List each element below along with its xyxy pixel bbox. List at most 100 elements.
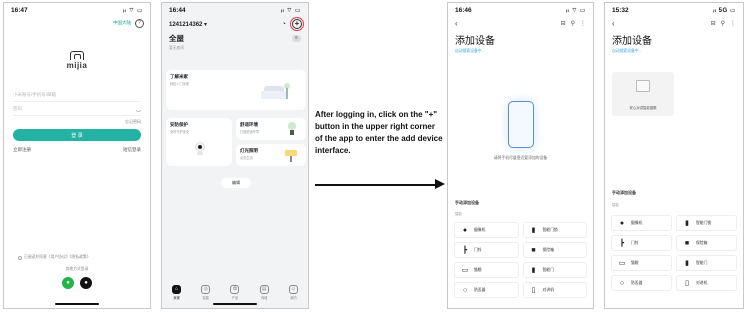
- search-icon[interactable]: ⚲: [571, 20, 575, 27]
- account-selector[interactable]: 12412143​62 ▾: [169, 21, 207, 28]
- scan-icon[interactable]: ⊟: [561, 20, 566, 27]
- apple-icon[interactable]: ●: [80, 277, 92, 289]
- card-comfort[interactable]: 舒适环境 打造舒适环境: [236, 118, 306, 140]
- region-selector[interactable]: 中国大陆: [113, 20, 131, 26]
- help-icon[interactable]: ?: [135, 18, 144, 28]
- device-label: 保险箱: [696, 240, 708, 245]
- home-icon: ⌂: [172, 285, 182, 294]
- back-icon[interactable]: ‹: [612, 19, 615, 28]
- tab-smart[interactable]: ◎ 智能: [201, 285, 211, 300]
- voice-icon[interactable]: ◔: [282, 21, 286, 28]
- card-security[interactable]: 安防保护 全时守护安全: [166, 118, 232, 166]
- more-icon[interactable]: ⋮: [580, 20, 586, 27]
- status-time: 16:46: [455, 6, 472, 14]
- page-title: 添加设备: [612, 36, 652, 47]
- sofa-illustration: [261, 83, 290, 99]
- device-tracker[interactable]: ○ 防丢器: [611, 275, 672, 291]
- forgot-password-link[interactable]: 忘记密码: [13, 119, 141, 125]
- tab-label: 我的: [290, 296, 297, 300]
- device-label: 猫眼: [631, 260, 639, 265]
- device-intercom[interactable]: ▯ 对讲机: [522, 282, 587, 298]
- device-smart-door[interactable]: ▮ 智能门: [676, 255, 737, 271]
- device-doorbell[interactable]: ┣ 门铃: [611, 235, 672, 251]
- safe-icon: ■: [684, 239, 690, 247]
- tab-label: 商城: [260, 296, 268, 300]
- store-icon: ▤: [259, 285, 269, 294]
- device-label: 保险箱: [542, 247, 554, 252]
- account-placeholder: 小米账号/手机号/邮箱: [13, 91, 56, 97]
- login-screen: 16:47 ᵢₗ ⌔ ▭ 中国大陆 ? mijia 小米账号/手机号/邮箱 密码…: [3, 2, 151, 309]
- password-field[interactable]: 密码 ‿: [13, 102, 141, 116]
- device-safe[interactable]: ■ 保险箱: [676, 235, 737, 251]
- login-links: 立即注册 短信登录: [13, 147, 141, 153]
- peephole-icon: ▭: [618, 260, 626, 267]
- device-peephole[interactable]: ▭ 猫眼: [611, 255, 672, 271]
- add-device-screen: 16:46 ᵢₗ ⌔ ▭ ‹ ⊟ ⚲ ⋮ 添加设备 自动搜索设备中... 请将手…: [447, 2, 594, 309]
- device-label: 摄像机: [631, 220, 643, 225]
- device-intercom[interactable]: ▯ 对讲机: [676, 275, 737, 291]
- agreement-row[interactable]: 已阅读并同意《用户协议》《隐私政策》: [18, 255, 90, 260]
- device-doorbell[interactable]: ┣ 门铃: [454, 242, 519, 258]
- wechat-icon[interactable]: ●: [62, 277, 74, 289]
- instruction-text: After logging in, click on the "+" butto…: [315, 110, 443, 155]
- device-label: 猫眼: [474, 267, 482, 272]
- status-bar: 15:32 ᵢₗ 5G ▭: [605, 3, 743, 17]
- card-lighting[interactable]: 灯光照明 点亮生活: [236, 144, 306, 166]
- status-time: 16:44: [169, 6, 186, 14]
- status-time: 16:47: [11, 6, 28, 14]
- device-label: 智能门: [696, 260, 708, 265]
- add-device-found-screen: 15:32 ᵢₗ 5G ▭ ‹ ⊟ ⚲ ⋮ 添加设备 自动搜索设备中... 安心…: [604, 2, 744, 309]
- search-icon[interactable]: ⚲: [721, 20, 725, 27]
- found-device-card[interactable]: 安心对讲智能猫眼: [612, 72, 674, 116]
- nav-bar: ‹ ⊟ ⚲ ⋮: [605, 17, 743, 29]
- tracker-icon: ○: [462, 286, 468, 294]
- tab-store[interactable]: ▤ 商城: [259, 285, 269, 300]
- region-bar: 中国大陆 ?: [4, 17, 150, 29]
- tab-profile[interactable]: ☺ 我的: [288, 285, 298, 300]
- tab-home[interactable]: ⌂ 米家: [172, 285, 182, 300]
- device-peephole[interactable]: ▭ 猫眼: [454, 262, 519, 278]
- door-icon: ▮: [531, 267, 536, 274]
- room-title[interactable]: 全屋: [169, 33, 184, 44]
- tab-products[interactable]: ✿ 产品: [230, 285, 240, 300]
- found-device-name: 安心对讲智能猫眼: [629, 106, 657, 110]
- room-subtitle: 暂无房间: [169, 46, 185, 50]
- device-safe[interactable]: ■ 保险箱: [522, 242, 587, 258]
- scan-icon[interactable]: ⊟: [711, 20, 716, 27]
- nav-actions: ⊟ ⚲ ⋮: [561, 20, 586, 27]
- status-bar: 16:47 ᵢₗ ⌔ ▭: [4, 3, 150, 17]
- device-label: 门铃: [474, 247, 482, 252]
- camera-illustration: [195, 142, 205, 155]
- menu-icon[interactable]: ≡: [292, 35, 301, 42]
- account-field[interactable]: 小米账号/手机号/邮箱: [13, 88, 141, 102]
- plus-highlight: +: [290, 17, 304, 31]
- status-icons: ᵢₗ ⌔ ▭: [123, 8, 143, 14]
- category-label: 智能: [612, 203, 619, 207]
- card-learn-mijia[interactable]: 了解米家 轻松入门米家: [166, 70, 306, 110]
- eye-icon[interactable]: ‿: [136, 105, 141, 112]
- sms-login-link[interactable]: 短信登录: [123, 147, 141, 153]
- tab-bar: ⌂ 米家 ◎ 智能 ✿ 产品 ▤ 商城 ☺ 我的: [162, 285, 308, 300]
- agreement-checkbox[interactable]: [18, 255, 22, 260]
- device-grid: ● 摄像机 ▮ 智能门锁 ┣ 门铃 ■ 保险箱 ▭ 猫眼 ▮ 智能门 ○ 防丢器 ▯ 对讲机: [454, 222, 587, 298]
- doorbell-icon: ┣: [619, 240, 625, 247]
- more-icon[interactable]: ⋮: [730, 20, 736, 27]
- device-tracker[interactable]: ○ 防丢器: [454, 282, 519, 298]
- phone-illustration: [508, 101, 534, 148]
- device-smart-lock[interactable]: ▮ 智能门锁: [522, 222, 587, 238]
- device-smart-door[interactable]: ▮ 智能门: [522, 262, 587, 278]
- manual-add-title: 手动添加设备: [455, 200, 479, 205]
- status-icons: ᵢₗ 5G ▭: [713, 7, 736, 14]
- device-label: 防丢器: [474, 287, 486, 292]
- device-smart-lock[interactable]: ▮ 智能门锁: [676, 215, 737, 231]
- plus-icon[interactable]: +: [292, 19, 302, 29]
- device-camera[interactable]: ● 摄像机: [454, 222, 519, 238]
- device-label: 对讲机: [542, 287, 554, 292]
- device-camera[interactable]: ● 摄像机: [611, 215, 672, 231]
- tab-label: 米家: [173, 296, 180, 300]
- back-icon[interactable]: ‹: [455, 19, 458, 28]
- home-screen: 16:44 ᵢₗ ⌔ ▭ 12412143​62 ▾ ◔ + 全屋 ≡ 暂无房间…: [161, 2, 309, 309]
- register-link[interactable]: 立即注册: [13, 147, 31, 153]
- login-button[interactable]: 登 录: [13, 129, 141, 141]
- edit-button[interactable]: 编辑: [221, 178, 251, 188]
